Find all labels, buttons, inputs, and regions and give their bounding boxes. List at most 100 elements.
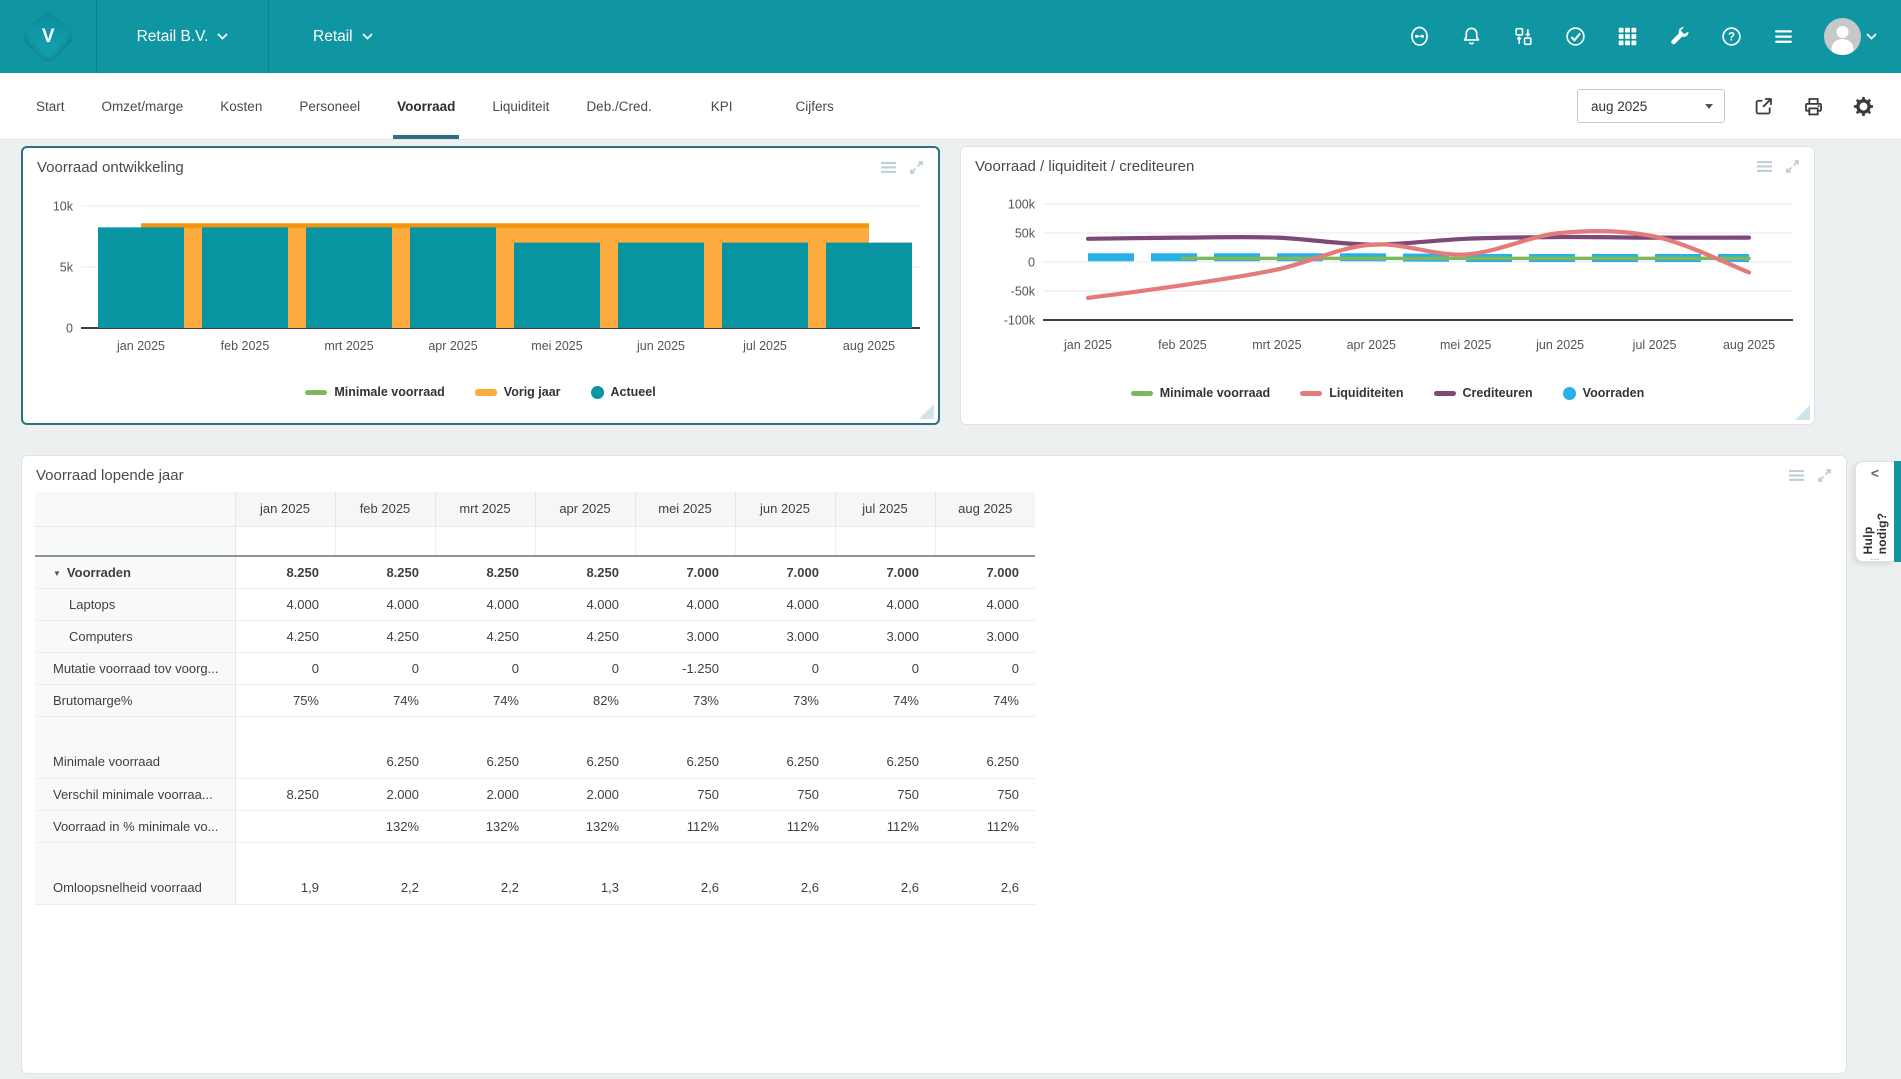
- row-label: Minimale voorraad: [35, 746, 235, 778]
- workspace-dropdown[interactable]: Retail: [269, 0, 373, 73]
- tasks-check-icon[interactable]: [1564, 25, 1587, 48]
- chevron-down-icon: [362, 33, 373, 40]
- resize-handle[interactable]: [919, 404, 934, 419]
- cell: 4.250: [335, 620, 435, 652]
- cell: 0: [835, 652, 935, 684]
- help-icon[interactable]: ?: [1720, 25, 1743, 48]
- share-icon[interactable]: [1752, 95, 1775, 118]
- card-title: Voorraad / liquiditeit / crediteuren: [975, 158, 1194, 175]
- company-dropdown[interactable]: Retail B.V.: [97, 0, 269, 73]
- card-actions: [1756, 158, 1801, 175]
- nav-toolbar: Start Omzet/marge Kosten Personeel Voorraad L…: [0, 73, 1901, 140]
- print-icon[interactable]: [1802, 95, 1825, 118]
- app-logo[interactable]: V: [0, 0, 97, 73]
- svg-text:apr 2025: apr 2025: [1347, 338, 1396, 352]
- tab-voorraad[interactable]: Voorraad: [397, 73, 455, 139]
- cell: [335, 526, 435, 556]
- tab-personeel[interactable]: Personeel: [299, 73, 360, 139]
- cell: 7.000: [935, 556, 1035, 588]
- help-panel-edge[interactable]: [1894, 461, 1901, 562]
- cell: 7.000: [735, 556, 835, 588]
- expand-icon[interactable]: [1816, 467, 1833, 484]
- legend-item-liquiditeiten[interactable]: Liquiditeiten: [1300, 386, 1403, 400]
- cell: 74%: [335, 684, 435, 716]
- column-header: jun 2025: [735, 492, 835, 526]
- cell: 74%: [435, 684, 535, 716]
- apps-grid-icon[interactable]: [1616, 25, 1639, 48]
- legend-item-minimale-voorraad[interactable]: Minimale voorraad: [1131, 386, 1270, 400]
- assistant-icon[interactable]: [1408, 25, 1431, 48]
- row-label: [35, 526, 235, 556]
- card-actions: [880, 159, 925, 176]
- tab-kpi[interactable]: KPI: [711, 73, 733, 139]
- cell: 75%: [235, 684, 335, 716]
- svg-text:-100k: -100k: [1004, 314, 1036, 328]
- tab-omzet-marge[interactable]: Omzet/marge: [102, 73, 184, 139]
- tab-cijfers[interactable]: Cijfers: [795, 73, 833, 139]
- legend-item-vorig-jaar[interactable]: Vorig jaar: [475, 385, 561, 399]
- resize-handle[interactable]: [1795, 405, 1810, 420]
- cell: 74%: [835, 684, 935, 716]
- cell: [535, 526, 635, 556]
- chart-canvas[interactable]: 10k5k0jan 2025feb 2025mrt 2025apr 2025me…: [23, 184, 939, 366]
- period-dropdown[interactable]: aug 2025: [1577, 89, 1725, 123]
- tools-wrench-icon[interactable]: [1668, 25, 1691, 48]
- legend-item-minimale-voorraad[interactable]: Minimale voorraad: [305, 385, 444, 399]
- nav-tabs: Start Omzet/marge Kosten Personeel Voorraad L…: [36, 73, 871, 139]
- menu-icon[interactable]: [1772, 25, 1795, 48]
- expand-icon[interactable]: [908, 159, 925, 176]
- card-actions: [1788, 467, 1833, 484]
- cell: 4.000: [935, 588, 1035, 620]
- cell: 7.000: [635, 556, 735, 588]
- cell: 112%: [835, 810, 935, 842]
- tab-start[interactable]: Start: [36, 73, 65, 139]
- chart-canvas[interactable]: 100k50k0-50k-100kjan 2025feb 2025mrt 202…: [961, 183, 1814, 365]
- swap-icon[interactable]: [1512, 25, 1535, 48]
- cell: 0: [935, 652, 1035, 684]
- cell: 4.250: [535, 620, 635, 652]
- tab-kosten[interactable]: Kosten: [220, 73, 262, 139]
- cell: [835, 842, 935, 872]
- cell: 4.000: [635, 588, 735, 620]
- column-header: feb 2025: [335, 492, 435, 526]
- tab-liquiditeit[interactable]: Liquiditeit: [492, 73, 549, 139]
- card-menu-icon[interactable]: [1788, 467, 1805, 484]
- user-menu[interactable]: [1824, 18, 1877, 55]
- legend-item-crediteuren[interactable]: Crediteuren: [1434, 386, 1533, 400]
- cell: [735, 526, 835, 556]
- help-panel-tab[interactable]: < Hulp nodig? ...: [1855, 461, 1894, 562]
- card-menu-icon[interactable]: [880, 159, 897, 176]
- cell: 6.250: [435, 746, 535, 778]
- chevron-down-icon: [217, 33, 228, 40]
- cell: 6.250: [535, 746, 635, 778]
- logo-letter: V: [42, 26, 55, 48]
- collapse-triangle-icon[interactable]: ▼: [53, 569, 61, 578]
- cell: 132%: [435, 810, 535, 842]
- svg-text:jan 2025: jan 2025: [1063, 338, 1112, 352]
- tab-deb-cred-[interactable]: Deb./Cred.: [586, 73, 651, 139]
- card-menu-icon[interactable]: [1756, 158, 1773, 175]
- column-header: jul 2025: [835, 492, 935, 526]
- cell: 2,6: [635, 872, 735, 904]
- settings-gear-icon[interactable]: [1852, 95, 1875, 118]
- notifications-bell-icon[interactable]: [1460, 25, 1483, 48]
- table-row: [35, 526, 1035, 556]
- cell: 4.000: [835, 588, 935, 620]
- expand-icon[interactable]: [1784, 158, 1801, 175]
- cell: [335, 842, 435, 872]
- legend-label: Vorig jaar: [504, 385, 561, 399]
- cell: [235, 716, 335, 746]
- legend-item-actueel[interactable]: Actueel: [591, 385, 656, 399]
- toolbar-actions: aug 2025: [1577, 73, 1901, 139]
- table-row: Brutomarge%75%74%74%82%73%73%74%74%: [35, 684, 1035, 716]
- cell: 0: [535, 652, 635, 684]
- dashboard-page: V Retail B.V. Retail: [0, 0, 1901, 1079]
- line-marker: [1434, 391, 1456, 396]
- chart-legend: Minimale voorraad Liquiditeiten Crediteure…: [961, 386, 1814, 400]
- cell: 4.250: [435, 620, 535, 652]
- cell: [435, 716, 535, 746]
- cell: 750: [735, 778, 835, 810]
- cell: 7.000: [835, 556, 935, 588]
- column-header: jan 2025: [235, 492, 335, 526]
- legend-item-voorraden[interactable]: Voorraden: [1563, 386, 1645, 400]
